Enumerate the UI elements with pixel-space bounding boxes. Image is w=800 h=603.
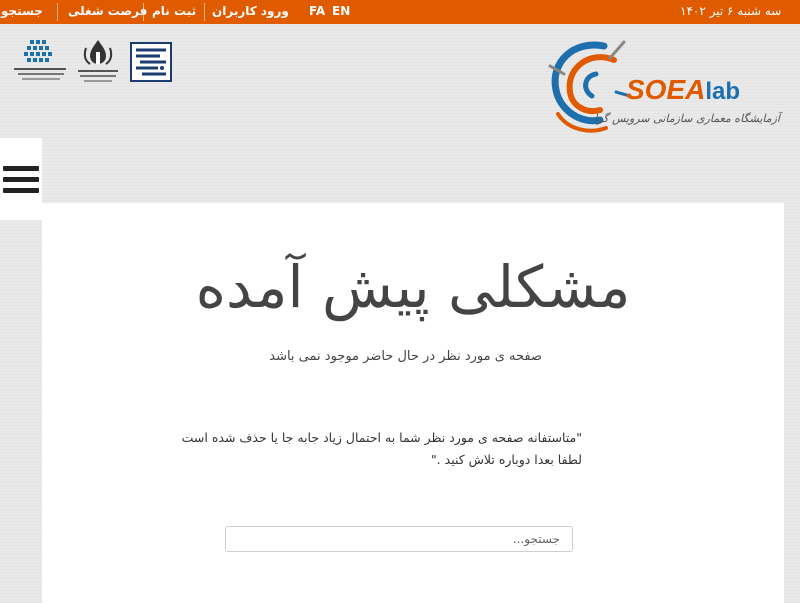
soea-brand-lab: lab: [705, 78, 741, 105]
nav-job-opportunities[interactable]: فرصت شغلی: [68, 4, 147, 18]
hamburger-menu-icon[interactable]: [0, 138, 42, 220]
nav-search[interactable]: جستجو: [1, 4, 43, 18]
error-card: مشکلی پیش آمده صفحه ی مورد نظر در حال حا…: [42, 203, 784, 603]
ict-logo-icon: [14, 40, 66, 80]
current-date: سه شنبه ۶ تیر ۱۴۰۲: [680, 4, 782, 18]
nav-login[interactable]: ورود کاربران: [212, 4, 289, 18]
ict-organization-logo[interactable]: [12, 38, 68, 82]
lang-en-link[interactable]: EN: [332, 4, 350, 18]
nav-register[interactable]: ثبت نام: [152, 4, 196, 18]
error-subtitle: صفحه ی مورد نظر در حال حاضر موجود نمی با…: [269, 349, 542, 364]
top-bar: جستجو فرصت شغلی ثبت نام ورود کاربران FA …: [0, 0, 800, 24]
error-message: "متاستفانه صفحه ی مورد نظر شما به احتمال…: [42, 427, 582, 471]
menu-bar: [3, 176, 39, 182]
nav-divider: [143, 3, 144, 21]
soea-lab-logo[interactable]: SOEAlab آزمایشگاه معماری سازمانی سرویس گ…: [544, 36, 784, 136]
soea-brand-text: SOEAlab: [626, 74, 740, 106]
government-emblem-logo[interactable]: [76, 38, 120, 84]
soea-subtitle: آزمایشگاه معماری سازمانی سرویس گرا: [594, 112, 780, 125]
error-message-line-1: "متاستفانه صفحه ی مورد نظر شما به احتمال…: [181, 430, 582, 445]
soea-brand-name: SOEA: [626, 74, 706, 105]
beheshti-university-logo[interactable]: [130, 42, 172, 82]
nav-divider: [57, 3, 58, 21]
error-message-line-2: لطفا بعدا دوباره تلاش کنید .": [430, 452, 582, 467]
nav-divider: [204, 3, 205, 21]
iran-emblem-icon: [78, 40, 118, 82]
error-title: مشکلی پیش آمده: [195, 253, 631, 321]
lang-fa-link[interactable]: FA: [309, 4, 325, 18]
menu-bar: [3, 187, 39, 193]
search-input[interactable]: [225, 526, 573, 552]
menu-bar: [3, 165, 39, 171]
university-logo-icon: [130, 42, 172, 82]
